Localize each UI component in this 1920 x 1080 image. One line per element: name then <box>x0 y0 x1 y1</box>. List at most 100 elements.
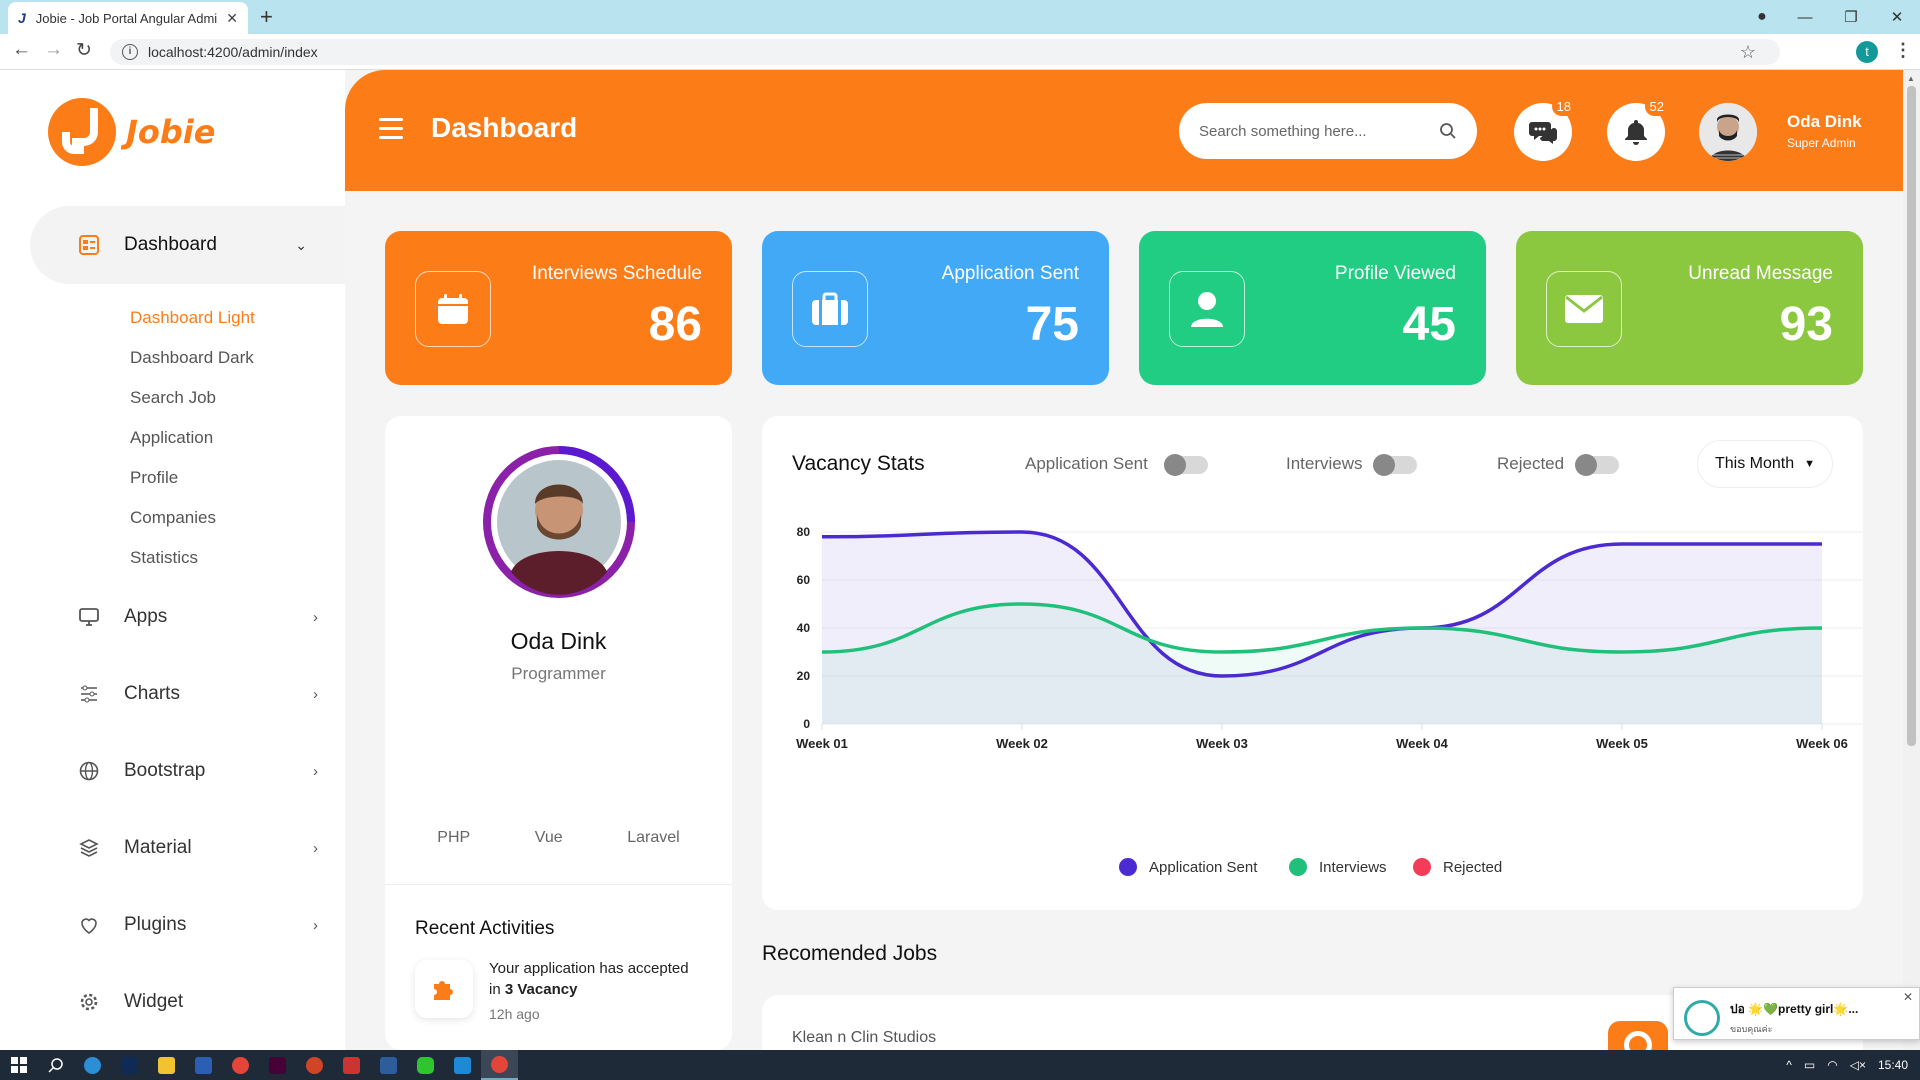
battery-icon[interactable]: ▭ <box>1804 1058 1815 1072</box>
tab-close-icon[interactable]: ✕ <box>226 10 238 27</box>
line-icon[interactable] <box>407 1050 444 1080</box>
profile-name: Oda Dink <box>510 628 607 654</box>
chevron-right-icon: › <box>313 839 318 857</box>
logo-mark-icon <box>48 98 116 166</box>
powerpoint-icon[interactable] <box>296 1050 333 1080</box>
bookmark-star-icon[interactable]: ☆ <box>1740 39 1756 65</box>
user-avatar[interactable] <box>1699 103 1757 161</box>
legend-item-interviews[interactable]: Interviews <box>1289 858 1387 876</box>
scrollbar-thumb[interactable] <box>1907 86 1916 746</box>
dashboard-icon <box>78 234 100 256</box>
messages-count-badge: 18 <box>1551 97 1576 116</box>
profile-menu-icon[interactable]: ● <box>1742 8 1782 26</box>
file-explorer-icon[interactable] <box>148 1050 185 1080</box>
user-icon <box>1169 271 1245 347</box>
sidebar-item-material[interactable]: Material › <box>78 833 318 863</box>
stat-card-interviews[interactable]: Interviews Schedule 86 <box>385 231 732 385</box>
profile-photo[interactable] <box>481 444 637 600</box>
browser-profile-avatar[interactable]: t <box>1856 41 1878 63</box>
word-icon[interactable] <box>185 1050 222 1080</box>
edge-icon[interactable] <box>74 1050 111 1080</box>
chrome-icon[interactable] <box>222 1050 259 1080</box>
start-button[interactable] <box>0 1050 37 1080</box>
sidebar-item-widget[interactable]: Widget <box>78 987 318 1017</box>
layers-icon <box>78 837 100 859</box>
bell-icon <box>1625 120 1647 145</box>
sidebar: Jobie Dashboard ⌄ Dashboard Light Dashbo… <box>0 70 345 1050</box>
notifications-button[interactable]: 52 <box>1607 97 1669 161</box>
logo[interactable]: Jobie <box>48 98 215 166</box>
forward-button[interactable]: → <box>44 39 63 61</box>
restore-button[interactable]: ❐ <box>1828 8 1874 26</box>
submenu-dashboard-dark[interactable]: Dashboard Dark <box>130 338 255 378</box>
submenu-companies[interactable]: Companies <box>130 498 255 538</box>
stat-card-profile-viewed[interactable]: Profile Viewed 45 <box>1139 231 1486 385</box>
notification-subtitle: ขอบคุณค่ะ <box>1730 1024 1773 1034</box>
back-button[interactable]: ← <box>12 39 31 61</box>
stat-card-unread-messages[interactable]: Unread Message 93 <box>1516 231 1863 385</box>
new-tab-button[interactable]: + <box>260 4 273 30</box>
volume-icon[interactable]: ◁× <box>1850 1058 1866 1072</box>
terminal-icon[interactable] <box>370 1050 407 1080</box>
legend-label: Interviews <box>1319 858 1387 876</box>
xd-icon[interactable] <box>259 1050 296 1080</box>
close-window-button[interactable]: ✕ <box>1874 8 1920 26</box>
y-tick-label: 20 <box>797 669 811 683</box>
sidebar-item-label: Widget <box>124 991 184 1012</box>
submenu-statistics[interactable]: Statistics <box>130 538 255 578</box>
envelope-icon <box>1546 271 1622 347</box>
sidebar-item-charts[interactable]: Charts › <box>78 679 318 709</box>
x-tick-label: Week 01 <box>796 736 848 751</box>
sidebar-item-bootstrap[interactable]: Bootstrap › <box>78 756 318 786</box>
stat-card-applications[interactable]: Application Sent 75 <box>762 231 1109 385</box>
notification-avatar <box>1684 1000 1720 1036</box>
tray-chevron-icon[interactable]: ^ <box>1786 1058 1792 1072</box>
x-tick-label: Week 04 <box>1396 736 1449 751</box>
site-info-icon[interactable]: i <box>122 44 138 60</box>
notification-close-icon[interactable]: ✕ <box>1903 990 1913 1004</box>
legend-item-application-sent[interactable]: Application Sent <box>1119 858 1257 876</box>
reload-button[interactable]: ↻ <box>76 39 92 62</box>
photoshop-icon[interactable] <box>111 1050 148 1080</box>
stat-value: 45 <box>1402 298 1456 351</box>
vacancy-line-chart: 0 20 40 60 80 Week 01 Week 02 Week 03 Week 04 Wee… <box>796 525 1863 751</box>
url-text: localhost:4200/admin/index <box>148 44 318 60</box>
user-name[interactable]: Oda Dink <box>1787 112 1862 132</box>
y-tick-label: 80 <box>797 525 811 539</box>
puzzle-icon <box>415 960 473 1018</box>
chat-notification-popup[interactable]: ปอ 🌟💚pretty girl🌟... ขอบคุณค่ะ ✕ <box>1673 987 1920 1040</box>
search-placeholder: Search something here... <box>1199 122 1367 140</box>
sidebar-item-apps[interactable]: Apps › <box>78 602 318 632</box>
url-field[interactable]: i localhost:4200/admin/index ☆ <box>110 39 1780 65</box>
stat-value: 86 <box>648 298 702 351</box>
browser-menu-icon[interactable]: ⋮ <box>1894 40 1912 61</box>
skill-item: Laravel <box>627 829 680 846</box>
search-input[interactable]: Search something here... <box>1179 103 1477 159</box>
hamburger-menu-icon[interactable] <box>379 118 403 145</box>
monitor-icon <box>78 606 100 628</box>
search-icon[interactable] <box>1439 122 1457 140</box>
sidebar-item-plugins[interactable]: Plugins › <box>78 910 318 940</box>
browser-tab[interactable]: J Jobie - Job Portal Angular Admin ✕ <box>8 2 248 34</box>
legend-item-rejected[interactable]: Rejected <box>1413 858 1502 876</box>
sidebar-item-label: Material <box>124 837 192 858</box>
minimize-button[interactable]: — <box>1782 9 1828 26</box>
chrome-active-icon[interactable] <box>481 1050 518 1080</box>
sidebar-item-dashboard[interactable]: Dashboard ⌄ <box>30 206 345 284</box>
search-taskbar-icon[interactable] <box>37 1050 74 1080</box>
page-scrollbar[interactable]: ▲ <box>1903 70 1920 1050</box>
submenu-profile[interactable]: Profile <box>130 458 255 498</box>
submenu-application[interactable]: Application <box>130 418 255 458</box>
system-tray: ^ ▭ ◠ ◁× 15:40 <box>1774 1050 1908 1080</box>
calendar-icon <box>415 271 491 347</box>
submenu-dashboard-light[interactable]: Dashboard Light <box>130 298 255 338</box>
messages-button[interactable]: 18 <box>1514 97 1576 161</box>
clock[interactable]: 15:40 <box>1878 1058 1908 1072</box>
vscode-icon[interactable] <box>444 1050 481 1080</box>
vacancy-stats-card: Vacancy Stats Application Sent Interview… <box>762 416 1863 910</box>
activity-text: Your application has accepted in 3 Vacan… <box>489 960 689 998</box>
submenu-search-job[interactable]: Search Job <box>130 378 255 418</box>
scroll-up-icon[interactable]: ▲ <box>1907 74 1915 83</box>
wifi-icon[interactable]: ◠ <box>1827 1058 1837 1072</box>
app-icon[interactable] <box>333 1050 370 1080</box>
